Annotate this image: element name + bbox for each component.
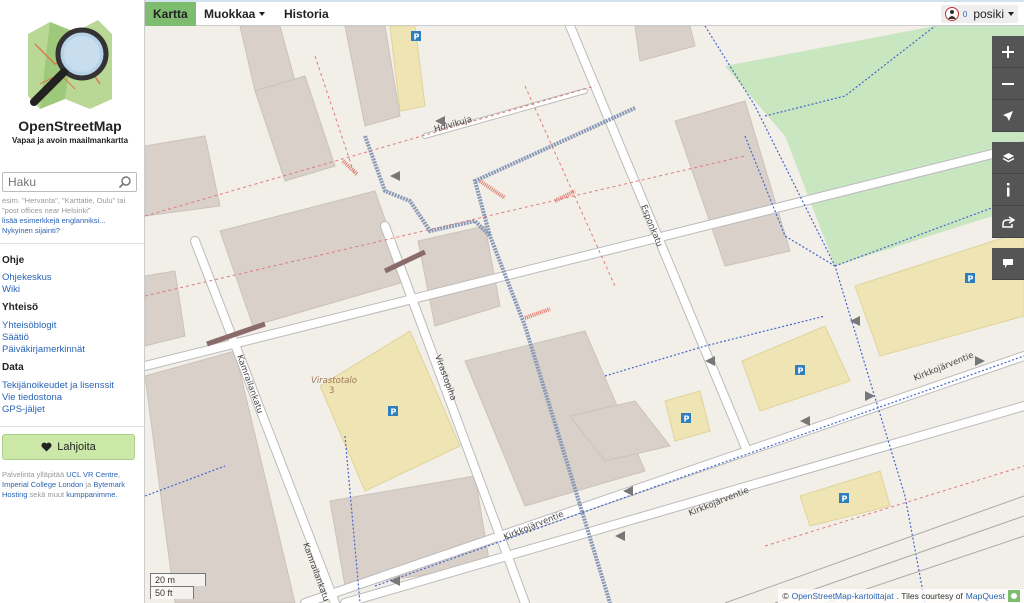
sidebar: OpenStreetMap Vapaa ja avoin maailmankar…: [0, 0, 145, 603]
tab-map-label: Kartta: [153, 7, 188, 21]
help-heading: Ohje: [2, 255, 25, 266]
diary-entries-link[interactable]: Päiväkirjamerkinnät: [2, 344, 85, 356]
share-button[interactable]: [992, 206, 1024, 238]
gps-traces-link[interactable]: GPS-jäljet: [2, 404, 45, 416]
community-heading: Yhteisö: [2, 302, 39, 313]
building-label: Virastotalo: [311, 376, 357, 386]
scale-bar: 20 m 50 ft: [150, 573, 206, 599]
donate-label: Lahjoita: [57, 441, 96, 453]
search-hint-examples: esim. "Hervanta", "Karttatie, Oulu" tai …: [2, 196, 126, 215]
building: [634, 26, 696, 62]
partners-link[interactable]: kumppanimme.: [66, 490, 117, 499]
attribution: © OpenStreetMap-kartoittajat. Tiles cour…: [778, 589, 1024, 603]
copyright-link[interactable]: Tekijänoikeudet ja lisenssit: [2, 380, 114, 392]
community-blogs-link[interactable]: Yhteisöblogit: [2, 320, 56, 332]
foundation-link[interactable]: Säätiö: [2, 332, 29, 344]
map-tiles: Holvikuja Esponkatu Virastopiha Kamraila…: [145, 26, 1024, 603]
donate-button[interactable]: Lahjoita: [2, 434, 135, 460]
map-controls: [992, 36, 1024, 280]
layers-button[interactable]: [992, 142, 1024, 174]
locate-button[interactable]: [992, 100, 1024, 132]
zoom-out-button[interactable]: [992, 68, 1024, 100]
heart-icon: [41, 442, 52, 452]
site-tagline: Vapaa ja avoin maailmankartta: [11, 136, 129, 145]
share-icon: [1002, 215, 1015, 228]
imperial-link[interactable]: Imperial College London: [2, 480, 83, 489]
building: [254, 75, 336, 182]
ucl-link[interactable]: UCL VR Centre: [66, 470, 118, 479]
hosting-prefix: Palvelinta ylläpitää: [2, 470, 65, 479]
more-examples-link[interactable]: lisää esimerkkejä englanniksi...: [2, 216, 105, 225]
hosting-and: ja: [85, 480, 92, 489]
scale-metric: 20 m: [150, 573, 206, 586]
parking-letter: P: [684, 415, 690, 424]
parking-letter: P: [968, 275, 974, 284]
where-am-i-link[interactable]: Nykyinen sijainti?: [2, 226, 60, 235]
osm-contributors-link[interactable]: OpenStreetMap-kartoittajat: [792, 591, 894, 601]
map-key-button[interactable]: [992, 174, 1024, 206]
parking-letter: P: [798, 367, 804, 376]
help-center-link[interactable]: Ohjekeskus: [2, 272, 52, 284]
chevron-down-icon: [1008, 12, 1014, 16]
copyright-symbol: ©: [782, 591, 789, 601]
username: posiki: [973, 7, 1004, 21]
plus-icon: [1002, 45, 1014, 58]
hosting-suffix: sekä muut: [29, 490, 65, 499]
export-link[interactable]: Vie tiedostona: [2, 392, 62, 404]
chevron-down-icon: [259, 12, 266, 16]
tab-edit[interactable]: Muokkaa: [196, 2, 273, 26]
layers-icon: [1002, 152, 1014, 162]
tab-edit-label: Muokkaa: [204, 7, 256, 21]
info-icon: [1007, 182, 1010, 196]
building: [674, 100, 791, 267]
add-note-button[interactable]: [992, 248, 1024, 280]
wiki-link[interactable]: Wiki: [2, 284, 20, 296]
building: [145, 270, 186, 347]
parking-letter: P: [414, 33, 420, 42]
user-menu[interactable]: 0 posiki: [940, 2, 1024, 26]
street-label: Holvikuja: [433, 115, 473, 135]
comment-icon: [1003, 259, 1013, 268]
scale-imperial: 50 ft: [150, 586, 194, 599]
tab-map[interactable]: Kartta: [145, 2, 196, 26]
search-hints: esim. "Hervanta", "Karttatie, Oulu" tai …: [2, 196, 142, 236]
search-box: [2, 172, 137, 192]
tab-history[interactable]: Historia: [276, 2, 337, 26]
search-input[interactable]: [3, 173, 113, 191]
hosting-note: Palvelinta ylläpitää UCL VR Centre, Impe…: [2, 470, 126, 499]
avatar-icon: [944, 7, 959, 21]
site-title[interactable]: OpenStreetMap: [0, 118, 140, 134]
location-arrow-icon: [1003, 110, 1013, 121]
tiles-text: . Tiles courtesy of: [896, 591, 963, 601]
osm-logo-icon[interactable]: [20, 14, 120, 114]
parking-letter: P: [842, 495, 848, 504]
divider: [0, 243, 144, 244]
building: [145, 135, 221, 217]
mapquest-link[interactable]: MapQuest: [966, 591, 1005, 601]
building-number: 3: [329, 386, 334, 396]
search-icon[interactable]: [118, 175, 132, 189]
divider: [0, 426, 144, 427]
tab-history-label: Historia: [284, 7, 329, 21]
user-area[interactable]: 0 posiki: [940, 5, 1018, 23]
mapquest-icon[interactable]: [1008, 590, 1020, 602]
notification-count[interactable]: 0: [963, 10, 967, 19]
zoom-in-button[interactable]: [992, 36, 1024, 68]
data-heading: Data: [2, 362, 24, 373]
top-navigation: Kartta Muokkaa Historia 0 posiki: [145, 0, 1024, 26]
building: [145, 350, 296, 603]
parking-letter: P: [391, 408, 397, 417]
minus-icon: [1002, 82, 1014, 85]
map-view[interactable]: Holvikuja Esponkatu Virastopiha Kamraila…: [145, 26, 1024, 603]
